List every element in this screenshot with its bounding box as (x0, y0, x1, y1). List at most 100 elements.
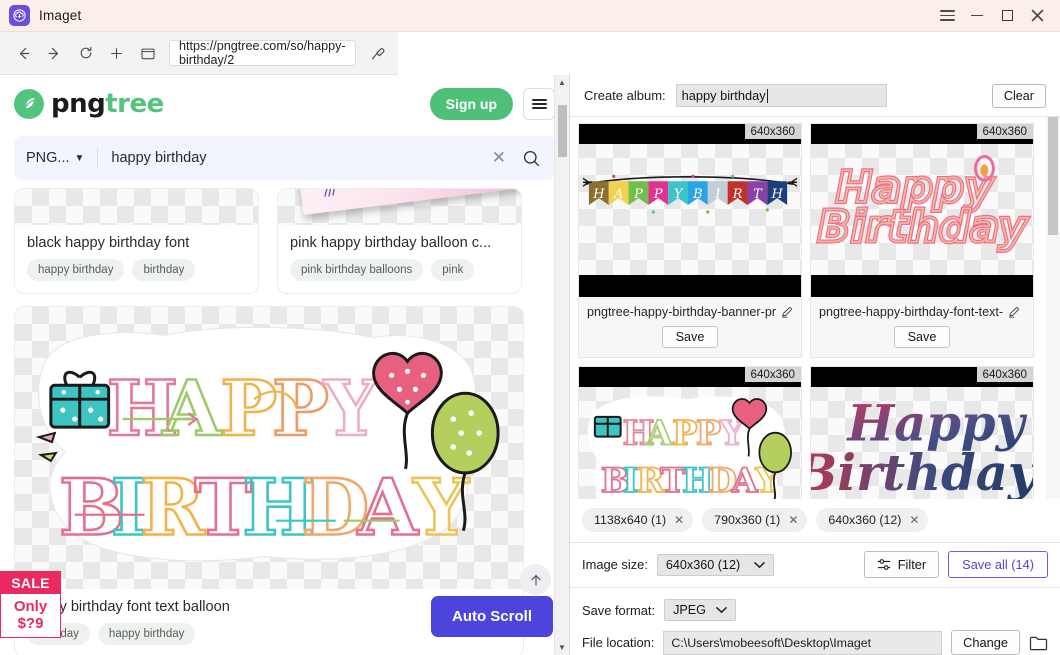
folder-open-icon[interactable] (1029, 635, 1048, 651)
window-controls (932, 0, 1060, 32)
tag-chip[interactable]: pink birthday balloons (290, 259, 423, 281)
save-button[interactable]: Save (894, 326, 951, 348)
imaget-app-window: Imaget (0, 0, 1060, 655)
sale-badge-line2: $?9 (1, 615, 60, 637)
svg-text:I: I (714, 187, 721, 202)
file-location-row: File location: C:\Users\mobeesoft\Deskto… (570, 627, 1060, 655)
size-chip[interactable]: 1138x640 (1) ✕ (582, 508, 693, 532)
imaget-panel: Create album: happy birthday Clear 640x3… (570, 75, 1060, 655)
pngtree-logo[interactable]: pngtree (14, 89, 164, 119)
save-button[interactable]: Save (662, 326, 719, 348)
thumbnail-card[interactable]: 640x360 (578, 123, 802, 358)
site-search-bar[interactable]: PNG... ▼ happy birthday ✕ (14, 136, 555, 180)
thumbnail-save-row: Save (579, 319, 801, 357)
chip-remove-icon[interactable]: ✕ (674, 513, 684, 527)
reload-icon[interactable] (70, 38, 101, 69)
svg-text:P: P (653, 187, 663, 202)
hamburger-menu-icon[interactable] (932, 0, 962, 32)
create-album-value: happy birthday (682, 88, 766, 103)
svg-text:Y: Y (674, 187, 684, 202)
size-filter-chips: 1138x640 (1) ✕ 790x360 (1) ✕ 640x360 (12… (570, 499, 1060, 542)
svg-text:A: A (645, 413, 673, 453)
sign-up-button[interactable]: Sign up (430, 88, 513, 120)
size-chip-label: 640x360 (12) (828, 513, 901, 527)
results-row: black happy birthday font happy birthday… (14, 188, 555, 294)
search-input[interactable]: happy birthday (111, 150, 483, 166)
size-chip[interactable]: 790x360 (1) ✕ (702, 508, 807, 532)
url-input[interactable]: https://pngtree.com/so/happy-birthday/2 (169, 40, 356, 66)
svg-text:Birthday: Birthday (811, 443, 1033, 499)
scroll-to-top-icon[interactable] (520, 564, 551, 595)
plus-icon[interactable] (101, 38, 132, 69)
thumbnail-image: 640x360 Happy (811, 367, 1033, 499)
letterbox-bar (579, 275, 801, 297)
pencil-edit-icon[interactable] (781, 306, 793, 318)
result-tags: happy birthday birthday (15, 259, 258, 293)
back-arrow-icon[interactable] (8, 38, 39, 69)
thumbnail-card[interactable]: 640x360 Happy (810, 366, 1034, 499)
sale-badge[interactable]: SALE Only $?9 (0, 571, 61, 638)
maximize-icon[interactable] (992, 0, 1022, 32)
chip-remove-icon[interactable]: ✕ (909, 513, 919, 527)
pencil-edit-icon[interactable] (1008, 306, 1020, 318)
size-chip[interactable]: 640x360 (12) ✕ (816, 508, 928, 532)
thumbnail-card[interactable]: 640x360 H A P (578, 366, 802, 499)
forward-arrow-icon[interactable] (39, 38, 70, 69)
site-hamburger-icon[interactable] (523, 88, 555, 120)
save-format-select[interactable]: JPEG (664, 599, 736, 621)
image-size-label: Image size: (582, 557, 648, 572)
svg-text:A: A (613, 187, 623, 202)
pastel-sticker-art: H A P P Y B I R T (579, 367, 801, 499)
search-icon[interactable] (514, 149, 543, 168)
svg-text:P: P (672, 413, 697, 453)
auto-scroll-button[interactable]: Auto Scroll (431, 596, 553, 637)
scrollbar-thumb[interactable] (1048, 117, 1058, 235)
change-location-button[interactable]: Change (951, 630, 1020, 655)
scroll-up-arrow[interactable]: ▲ (555, 75, 569, 90)
clear-x-icon[interactable]: ✕ (484, 148, 514, 168)
scrollbar-thumb[interactable] (558, 105, 567, 157)
website-scrollbar[interactable]: ▲ ▼ (554, 75, 569, 655)
result-card[interactable]: pink happy birthday balloon c... pink bi… (277, 188, 522, 294)
create-album-input[interactable]: happy birthday (676, 84, 887, 107)
thumbnail-scrollbar[interactable] (1046, 117, 1060, 499)
thumbnail-card[interactable]: 640x360 Happy Happy Birthday Birthday (810, 123, 1034, 358)
thumbnail-results-area: 640x360 (570, 117, 1060, 499)
website-pane: pngtree Sign up PNG... ▼ happy birthday … (0, 75, 570, 655)
search-format-dropdown[interactable]: PNG... ▼ (26, 150, 84, 166)
svg-text:T: T (753, 187, 763, 202)
script-happy-birthday-art: Happy Birthday (811, 367, 1033, 499)
svg-text:H: H (592, 187, 605, 202)
divider (97, 148, 98, 168)
search-results: black happy birthday font happy birthday… (0, 180, 569, 655)
tag-chip[interactable]: pink (431, 259, 474, 281)
clear-button[interactable]: Clear (992, 84, 1046, 108)
thumbnail-filename-row[interactable]: pngtree-happy-birthday-font-text- (811, 297, 1033, 319)
chevron-down-icon (716, 606, 727, 614)
tag-chip[interactable]: happy birthday (27, 259, 124, 281)
sale-badge-heading: SALE (1, 572, 60, 594)
filter-button[interactable]: Filter (864, 551, 939, 578)
scroll-down-arrow[interactable]: ▼ (555, 640, 569, 655)
capture-icon[interactable] (364, 44, 392, 62)
svg-text:A: A (357, 463, 420, 554)
tag-chip[interactable]: happy birthday (98, 623, 195, 645)
close-icon[interactable] (1022, 0, 1052, 32)
thumbnail-filename-row[interactable]: pngtree-happy-birthday-banner-pr (579, 297, 801, 319)
minimize-icon[interactable] (962, 0, 992, 32)
size-chip-label: 1138x640 (1) (594, 513, 666, 527)
result-card[interactable]: black happy birthday font happy birthday… (14, 188, 259, 294)
browser-window-icon[interactable] (132, 38, 163, 69)
svg-text:P: P (220, 364, 279, 453)
result-title: black happy birthday font (15, 225, 258, 259)
logo-text-tree: tree (105, 89, 164, 119)
chevron-down-icon: ▼ (75, 153, 85, 164)
app-title: Imaget (39, 8, 81, 23)
save-all-button[interactable]: Save all (14) (948, 551, 1048, 578)
chip-remove-icon[interactable]: ✕ (788, 513, 798, 527)
size-chip-label: 790x360 (1) (714, 513, 780, 527)
file-location-input[interactable]: C:\Users\mobeesoft\Desktop\Imaget (663, 631, 942, 655)
image-size-select[interactable]: 640x360 (12) (657, 554, 774, 576)
logo-text-png: png (51, 89, 105, 119)
tag-chip[interactable]: birthday (132, 259, 195, 281)
